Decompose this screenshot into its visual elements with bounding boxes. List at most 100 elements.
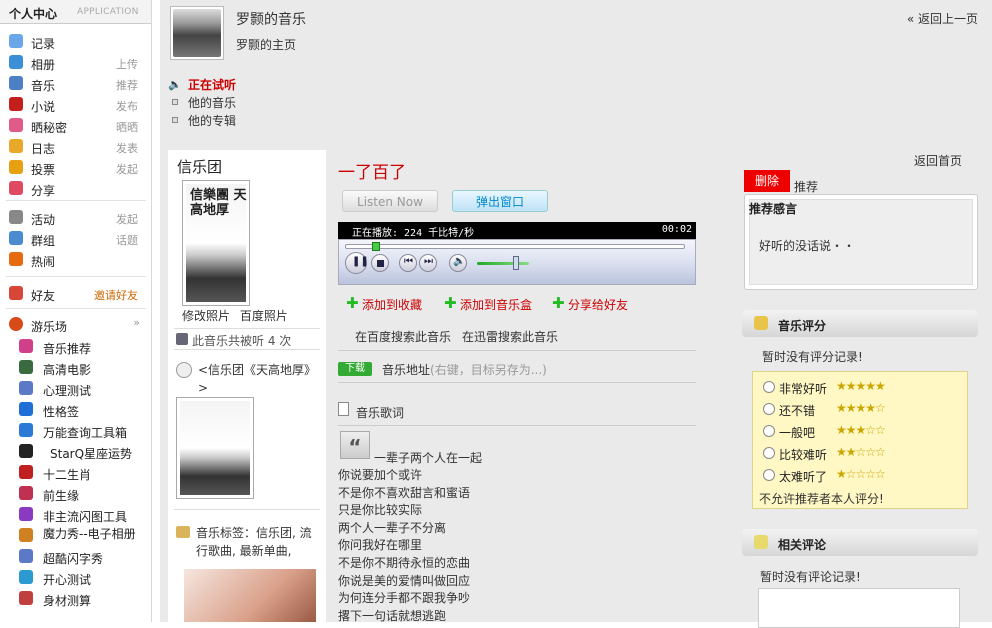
game-item[interactable]: 身材测算 — [0, 588, 150, 609]
divider — [174, 349, 320, 350]
game-item[interactable]: 心理测试 — [0, 378, 150, 399]
sidebar-item-album[interactable]: 相册 上传 — [0, 52, 150, 73]
game-item[interactable]: 高清电影 — [0, 357, 150, 378]
sidebar-item-action[interactable]: 晒晒 — [116, 119, 138, 135]
download-link[interactable]: 音乐地址(右键，目标另存为...) — [382, 361, 547, 378]
sidebar-item-music[interactable]: 音乐 推荐 — [0, 73, 150, 94]
volume-handle[interactable] — [513, 256, 519, 270]
add-to-favorites[interactable]: ✚ 添加到收藏 — [346, 294, 422, 313]
rating-label: 比较难听 — [779, 448, 828, 462]
game-item[interactable]: 非主流闪图工具 — [0, 504, 150, 525]
previous-button[interactable]: ⏮ — [399, 254, 417, 272]
hot-icon — [9, 252, 23, 266]
radio-button[interactable] — [763, 469, 775, 481]
quote-icon: “ — [340, 431, 370, 459]
rating-header: 音乐评分 — [742, 310, 978, 337]
tab-his-music[interactable]: 他的音乐 — [168, 94, 236, 112]
radio-button[interactable] — [763, 425, 775, 437]
sidebar-item-record[interactable]: 记录 — [0, 31, 150, 52]
document-icon — [338, 402, 349, 416]
game-label: 音乐推荐 — [43, 342, 92, 356]
sidebar-item-action[interactable]: 发表 — [116, 140, 138, 156]
sidebar-item-action[interactable]: 发起 — [116, 211, 138, 227]
game-item[interactable]: 超酷闪字秀 — [0, 546, 150, 567]
comment-title: 推荐感言 — [749, 202, 798, 216]
download-badge[interactable]: 下载 — [338, 362, 372, 376]
next-button[interactable]: ⏭ — [419, 254, 437, 272]
tab-now-playing[interactable]: 🔈 正在试听 — [168, 76, 236, 94]
home-link[interactable]: 罗颢的主页 — [236, 36, 296, 53]
button-label: Listen Now — [357, 195, 423, 209]
sidebar-item-label: 游乐场 — [31, 320, 68, 334]
sidebar-item-action[interactable]: 话题 — [116, 232, 138, 248]
main-content: 罗颢的音乐 罗颢的主页 « 返回上一页 🔈 正在试听 他的音乐 他的专辑 信乐团… — [160, 0, 992, 628]
album-cover[interactable]: 信樂團 天高地厚 — [182, 180, 250, 306]
game-item[interactable]: 万能查询工具箱 — [0, 420, 150, 441]
seek-handle[interactable] — [372, 242, 380, 251]
game-item[interactable]: StarQ星座运势 — [0, 441, 150, 462]
divider — [338, 350, 696, 351]
game-label: StarQ星座运势 — [50, 447, 133, 461]
avatar[interactable] — [170, 6, 224, 60]
delete-button[interactable]: 删除 — [744, 170, 790, 192]
sidebar-item-label: 投票 — [31, 163, 56, 177]
back-home-link[interactable]: 返回首页 — [914, 152, 962, 169]
sidebar-item-event[interactable]: 活动 发起 — [0, 207, 150, 228]
radio-button[interactable] — [763, 403, 775, 415]
artist-photo[interactable] — [184, 569, 316, 622]
game-item[interactable]: 开心测试 — [0, 567, 150, 588]
listen-now-button[interactable]: Listen Now — [342, 190, 438, 212]
volume-slider[interactable] — [477, 256, 529, 270]
sidebar-item-secret[interactable]: 晒秘密 晒晒 — [0, 115, 150, 136]
next-icon: ⏭ — [424, 256, 433, 267]
tabs: 🔈 正在试听 他的音乐 他的专辑 — [168, 76, 236, 130]
game-item[interactable]: 魔力秀--电子相册 — [0, 525, 150, 546]
recommendation-panel: 返回首页 删除 推荐 推荐感言 好听的没话说・・ 音乐评分 暂时没有评分记录! … — [742, 150, 980, 628]
plus-icon: ✚ — [552, 294, 565, 312]
button-label: 弹出窗口 — [475, 195, 524, 209]
radio-button[interactable] — [763, 447, 775, 459]
album-title[interactable]: <信乐团《天高地厚》> — [176, 361, 318, 397]
divider — [6, 200, 146, 201]
game-label: 魔力秀--电子相册 — [43, 527, 136, 541]
baidu-photo-link[interactable]: 百度照片 — [240, 309, 288, 323]
sidebar-item-vote[interactable]: 投票 发起 — [0, 157, 150, 178]
sidebar-item-action[interactable]: 发布 — [116, 98, 138, 114]
divider — [174, 328, 320, 329]
photo-links: 修改照片 百度照片 — [182, 307, 288, 324]
sidebar-title: 个人中心 — [9, 7, 58, 21]
sidebar-item-action[interactable]: 邀请好友 — [94, 287, 138, 303]
search-baidu-link[interactable]: 在百度搜索此音乐 — [355, 328, 451, 345]
comment-input[interactable] — [758, 588, 960, 628]
sidebar-item-novel[interactable]: 小说 发布 — [0, 94, 150, 115]
mute-button[interactable]: 🔈 — [449, 254, 467, 272]
sidebar-item-blog[interactable]: 日志 发表 — [0, 136, 150, 157]
sidebar-item-group[interactable]: 群组 话题 — [0, 228, 150, 249]
search-xunlei-link[interactable]: 在迅雷搜索此音乐 — [462, 328, 558, 345]
album-cover-small[interactable] — [176, 397, 254, 499]
sidebar-item-hot[interactable]: 热闹 — [0, 249, 150, 270]
seek-bar[interactable] — [345, 242, 685, 251]
sidebar-item-share[interactable]: 分享 — [0, 178, 150, 199]
sidebar-item-action[interactable]: 发起 — [116, 161, 138, 177]
popup-window-button[interactable]: 弹出窗口 — [452, 190, 548, 212]
tab-his-albums[interactable]: 他的专辑 — [168, 112, 236, 130]
back-link[interactable]: « 返回上一页 — [907, 10, 978, 27]
share-with-friends[interactable]: ✚ 分享给好友 — [552, 294, 628, 313]
pause-button[interactable]: ❚❚ — [345, 252, 369, 274]
sidebar-item-action[interactable]: 上传 — [116, 56, 138, 72]
game-item[interactable]: 性格签 — [0, 399, 150, 420]
edit-photo-link[interactable]: 修改照片 — [182, 309, 230, 323]
stop-button[interactable] — [371, 254, 389, 272]
add-to-music-box[interactable]: ✚ 添加到音乐盒 — [444, 294, 532, 313]
game-label: 性格签 — [43, 405, 80, 419]
radio-button[interactable] — [763, 381, 775, 393]
game-item[interactable]: 音乐推荐 — [0, 336, 150, 357]
game-item[interactable]: 前生缘 — [0, 483, 150, 504]
sidebar-item-games[interactable]: 游乐场 » — [0, 314, 150, 335]
game-icon — [19, 402, 33, 416]
sidebar-item-action[interactable]: 推荐 — [116, 77, 138, 93]
chevron-down-icon[interactable]: » — [133, 316, 140, 329]
game-item[interactable]: 十二生肖 — [0, 462, 150, 483]
sidebar-item-friends[interactable]: 好友 邀请好友 — [0, 283, 150, 304]
